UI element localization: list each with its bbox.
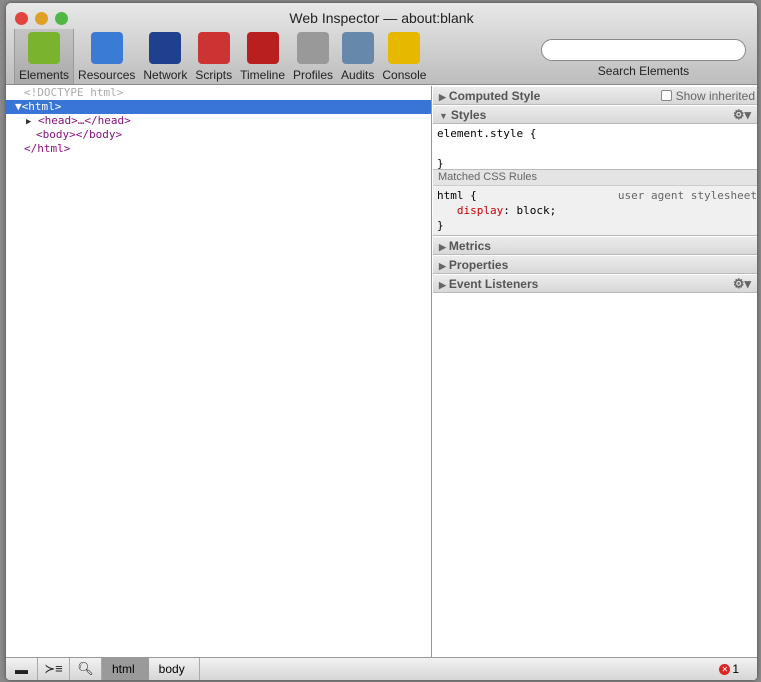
rule-selector: html { [437, 189, 477, 202]
profiles-icon [297, 32, 329, 64]
computed-style-header[interactable]: ▶ Computed Style Show inherited [433, 86, 757, 105]
dock-icon[interactable]: ▬ [6, 658, 38, 680]
tab-elements[interactable]: Elements [14, 29, 75, 84]
breadcrumb-body[interactable]: body [149, 658, 200, 680]
breadcrumb-html[interactable]: html [102, 658, 149, 680]
show-inherited-label: Show inherited [675, 89, 755, 103]
status-bar: ▬ ≻≡ 🔍︎ html body ✕ 1 [6, 657, 757, 680]
show-inherited-checkbox[interactable]: Show inherited [661, 87, 755, 105]
gear-icon[interactable]: ⚙▾ [733, 106, 751, 124]
tab-label: Scripts [195, 68, 233, 82]
search-label: Search Elements [597, 64, 690, 78]
doctype-node[interactable]: <!DOCTYPE html> [6, 86, 431, 100]
search-elements-input[interactable] [541, 39, 746, 61]
tab-profiles[interactable]: Profiles [289, 29, 337, 84]
tab-timeline[interactable]: Timeline [236, 29, 289, 84]
head-tag: <head>…</head> [38, 114, 131, 127]
dom-tree: <!DOCTYPE html> ▼<html> ▶ <head>…</head>… [6, 86, 432, 657]
tab-console[interactable]: Console [378, 29, 430, 84]
elements-icon [28, 32, 61, 64]
tab-resources[interactable]: Resources [74, 29, 139, 84]
console-toggle-icon[interactable]: ≻≡ [38, 658, 70, 680]
tab-scripts[interactable]: Scripts [191, 29, 236, 84]
tab-label: Resources [78, 68, 136, 82]
error-icon: ✕ [719, 663, 731, 675]
body-node[interactable]: <body></body> [6, 128, 431, 142]
tab-label: Console [382, 68, 427, 82]
toolbar: Web Inspector — about:blank Elements Reso… [6, 3, 757, 85]
styles-sidebar: ▶ Computed Style Show inherited ▼ Styles ⚙▾… [433, 86, 757, 657]
timeline-icon [246, 32, 279, 64]
rule-close: } [437, 157, 444, 170]
property-name[interactable]: display [457, 204, 503, 217]
html-close-node[interactable]: </html> [6, 142, 431, 156]
console-icon [388, 32, 421, 64]
metrics-label: Metrics [448, 239, 491, 253]
styles-header[interactable]: ▼ Styles ⚙▾ [433, 105, 757, 124]
window-title: Web Inspector — about:blank [289, 10, 474, 26]
tab-audits[interactable]: Audits [337, 29, 378, 84]
audits-icon [341, 32, 374, 64]
rule-close: } [437, 219, 444, 232]
error-count[interactable]: ✕ 1 [719, 658, 739, 680]
inspect-search-icon[interactable]: 🔍︎ [70, 658, 102, 680]
properties-label: Properties [448, 258, 509, 272]
tab-network[interactable]: Network [139, 29, 191, 84]
tab-label: Audits [341, 68, 375, 82]
html-node[interactable]: ▼<html> [6, 100, 431, 114]
matched-css-rules-header: Matched CSS Rules [433, 170, 757, 186]
network-icon [149, 32, 182, 64]
resources-icon [90, 32, 123, 64]
event-listeners-label: Event Listeners [448, 277, 539, 291]
computed-style-label: Computed Style [448, 89, 541, 103]
tab-label: Network [143, 68, 188, 82]
styles-label: Styles [450, 108, 487, 122]
web-inspector-window: Web Inspector — about:blank Elements Reso… [6, 3, 757, 680]
element-style-selector: element.style { [437, 127, 537, 140]
metrics-header[interactable]: ▶ Metrics [433, 236, 757, 255]
property-value[interactable]: : block; [503, 204, 556, 217]
error-count-value: 1 [732, 662, 739, 676]
element-style-rule[interactable]: element.style { } [433, 124, 757, 170]
gear-icon[interactable]: ⚙▾ [733, 275, 751, 293]
tab-label: Elements [19, 68, 70, 82]
html-rule[interactable]: html { user agent stylesheet display: blo… [433, 186, 757, 236]
html-tag: <html> [21, 100, 62, 113]
event-listeners-header[interactable]: ▶ Event Listeners ⚙▾ [433, 274, 757, 293]
scripts-icon [197, 32, 230, 64]
head-node[interactable]: ▶ <head>…</head> [6, 114, 431, 128]
tab-label: Profiles [293, 68, 334, 82]
properties-header[interactable]: ▶ Properties [433, 255, 757, 274]
rule-source[interactable]: user agent stylesheet [618, 188, 757, 203]
tab-label: Timeline [240, 68, 285, 82]
